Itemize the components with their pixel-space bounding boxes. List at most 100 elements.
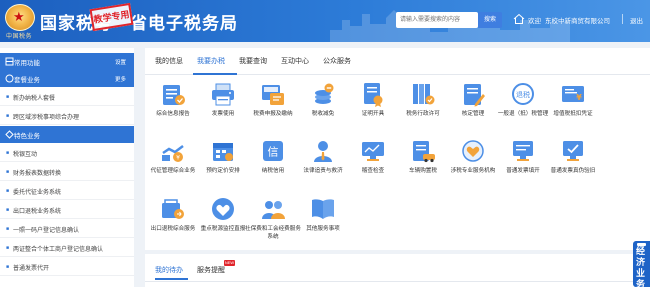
tile-label: 法律追责与救济: [303, 168, 343, 174]
home-icon[interactable]: [513, 13, 525, 25]
tile-tax-declare[interactable]: 税费申报及缴纳: [245, 80, 301, 132]
tile-label: 代征管理综合业务: [150, 168, 196, 174]
tab-interaction[interactable]: 互动中心: [281, 56, 309, 66]
sidebar-item-entrusted-collection[interactable]: ■ 委托代征业务系统: [0, 181, 134, 200]
sidebar-item-invoice-issue[interactable]: ■ 普通发票代开: [0, 257, 134, 276]
agency-heart-icon: [462, 140, 484, 162]
tile-tax-reduction[interactable]: 税收减免: [295, 80, 351, 132]
tile-agency[interactable]: 涉税专业服务机构: [445, 137, 501, 189]
pricing-calendar-icon: [213, 143, 233, 161]
sidebar-item-report-convert[interactable]: ■ 财务报表数据转换: [0, 162, 134, 181]
sidebar-header-bundle[interactable]: 套餐业务 更多: [0, 70, 134, 87]
sidebar-item-tax-bank[interactable]: ■ 税银互动: [0, 143, 134, 162]
sidebar-header-special[interactable]: 特色业务: [0, 126, 134, 143]
tile-admin-license[interactable]: 税务行政许可: [395, 80, 451, 132]
other-services-icon: [312, 199, 334, 219]
tile-certificate[interactable]: 证明开具: [345, 80, 401, 132]
new-badge: NEW: [224, 260, 235, 266]
sidebar: 常用功能 设置 套餐业务 更多 ■ 新办纳税人套餐 ■ 跨区域涉税事项综合办理 …: [0, 48, 134, 287]
company-name-link[interactable]: 东校中新商贸有限公司: [545, 15, 610, 25]
tile-label: 增值税抵扣凭证: [553, 111, 593, 117]
tab-my-todo[interactable]: 我的待办: [155, 265, 183, 275]
sidebar-item-label: 一照一码户登记信息确认: [13, 228, 80, 234]
svg-text:¥: ¥: [176, 155, 180, 162]
tab-public-service[interactable]: 公众服务: [323, 56, 351, 66]
invoice-fill-icon: [513, 141, 533, 161]
bundle-icon: [5, 74, 14, 83]
economic-business-float-button[interactable]: 经济业务: [633, 241, 650, 287]
tile-label: 预约定价安排: [206, 168, 240, 174]
sidebar-item-export-refund[interactable]: ■ 出口退税业务系统: [0, 200, 134, 219]
sidebar-item-label: 新办纳税人套餐: [13, 96, 56, 102]
tax-emblem-logo: ★: [5, 4, 35, 31]
tile-vehicle-tax[interactable]: 车辆购置税: [395, 137, 451, 189]
tile-key-source[interactable]: 重点税源监控直报: [195, 195, 251, 247]
tile-label: 社保费和工会经费服务系统: [245, 226, 301, 240]
tile-label: 核定管理: [461, 111, 485, 117]
bullet-icon: ■: [6, 169, 10, 175]
sidebar-item-one-license[interactable]: ■ 一照一码户登记信息确认: [0, 219, 134, 238]
vehicle-tax-icon: [413, 141, 435, 163]
tile-legal[interactable]: 法律追责与救济: [295, 137, 351, 189]
tab-my-info[interactable]: 我的信息: [155, 56, 183, 66]
tile-label: 普通发票真伪验旧: [550, 168, 596, 174]
active-tab-indicator: [193, 73, 237, 75]
site-title-part-b: 省电子税务局: [130, 14, 238, 34]
tile-collection[interactable]: ¥ 代征管理综合业务: [145, 137, 201, 189]
tile-label: 车辆购置税: [409, 168, 437, 174]
sidebar-common-title: 常用功能: [14, 60, 40, 67]
sidebar-item-cross-region[interactable]: ■ 跨区域涉税事项综合办理: [0, 106, 134, 125]
tile-tax-refund[interactable]: 退税 一般退（抵）税管理: [495, 80, 551, 132]
sidebar-settings-link[interactable]: 设置: [115, 58, 126, 66]
sidebar-item-label: 出口退税业务系统: [13, 209, 62, 215]
tile-assessment[interactable]: 核定管理: [445, 80, 501, 132]
certificate-icon: [364, 83, 383, 107]
sidebar-more-link[interactable]: 更多: [115, 75, 126, 83]
tab-divider: [145, 281, 650, 282]
tile-label: 出口退税综合服务: [150, 226, 196, 232]
sidebar-item-new-taxpayer[interactable]: ■ 新办纳税人套餐: [0, 87, 134, 106]
info-report-icon: [163, 85, 185, 105]
svg-text:退税: 退税: [516, 90, 530, 99]
tile-invoice-verify[interactable]: 普通发票真伪验旧: [545, 137, 601, 189]
tile-tax-credit[interactable]: 信 纳税信用: [245, 137, 301, 189]
tile-invoice-fill[interactable]: 普通发票填开: [495, 137, 551, 189]
invoice-verify-icon: [563, 141, 583, 161]
logo-subtext: 中国税务: [6, 33, 33, 40]
logout-link[interactable]: 退出: [630, 15, 643, 25]
tile-vat-voucher[interactable]: ¥ 增值税抵扣凭证: [545, 80, 601, 132]
tab-service-reminder[interactable]: 服务提醒: [197, 265, 225, 275]
header-divider: [622, 14, 623, 24]
search-input[interactable]: [396, 12, 478, 28]
tile-other-services[interactable]: 其他服务事项: [295, 195, 351, 247]
tile-export-refund[interactable]: 出口退税综合服务: [145, 195, 201, 247]
tile-info-report[interactable]: 综合信息报告: [145, 80, 201, 132]
sidebar-item-label: 委托代征业务系统: [13, 190, 62, 196]
tab-query[interactable]: 我要查询: [239, 56, 267, 66]
tile-social-security[interactable]: 社保费和工会经费服务系统: [245, 195, 301, 247]
tile-pricing[interactable]: 预约定价安排: [195, 137, 251, 189]
common-functions-icon: [5, 57, 14, 66]
tile-inspection[interactable]: 稽查检查: [345, 137, 401, 189]
tile-label: 综合信息报告: [156, 111, 190, 117]
tile-label: 税务行政许可: [406, 111, 440, 117]
tab-tax-handling[interactable]: 我要办税: [197, 56, 225, 66]
sidebar-header-common[interactable]: 常用功能 设置: [0, 53, 134, 70]
sidebar-item-label: 普通发票代开: [13, 266, 50, 272]
bullet-icon: ■: [6, 188, 10, 194]
assessment-icon: [464, 84, 485, 107]
main-panel: 我的信息 我要办税 我要查询 互动中心 公众服务 综合信息报告 发票使用 税费申…: [145, 48, 650, 250]
bullet-icon: ■: [6, 264, 10, 270]
inspection-icon: [362, 142, 384, 161]
search-button[interactable]: 搜索: [478, 12, 502, 28]
sidebar-special-title: 特色业务: [14, 133, 40, 140]
tile-invoice-use[interactable]: 发票使用: [195, 80, 251, 132]
bullet-icon: ■: [6, 113, 10, 119]
legal-icon: [314, 141, 332, 162]
tile-label: 其他服务事项: [306, 226, 340, 232]
sidebar-item-two-certificates[interactable]: ■ 两证整合个体工商户登记信息确认: [0, 238, 134, 257]
tile-label: 税收减免: [311, 111, 335, 117]
invoice-printer-icon: [212, 83, 234, 106]
tile-label: 重点税源监控直报: [200, 226, 246, 232]
bullet-icon: ■: [6, 245, 10, 251]
